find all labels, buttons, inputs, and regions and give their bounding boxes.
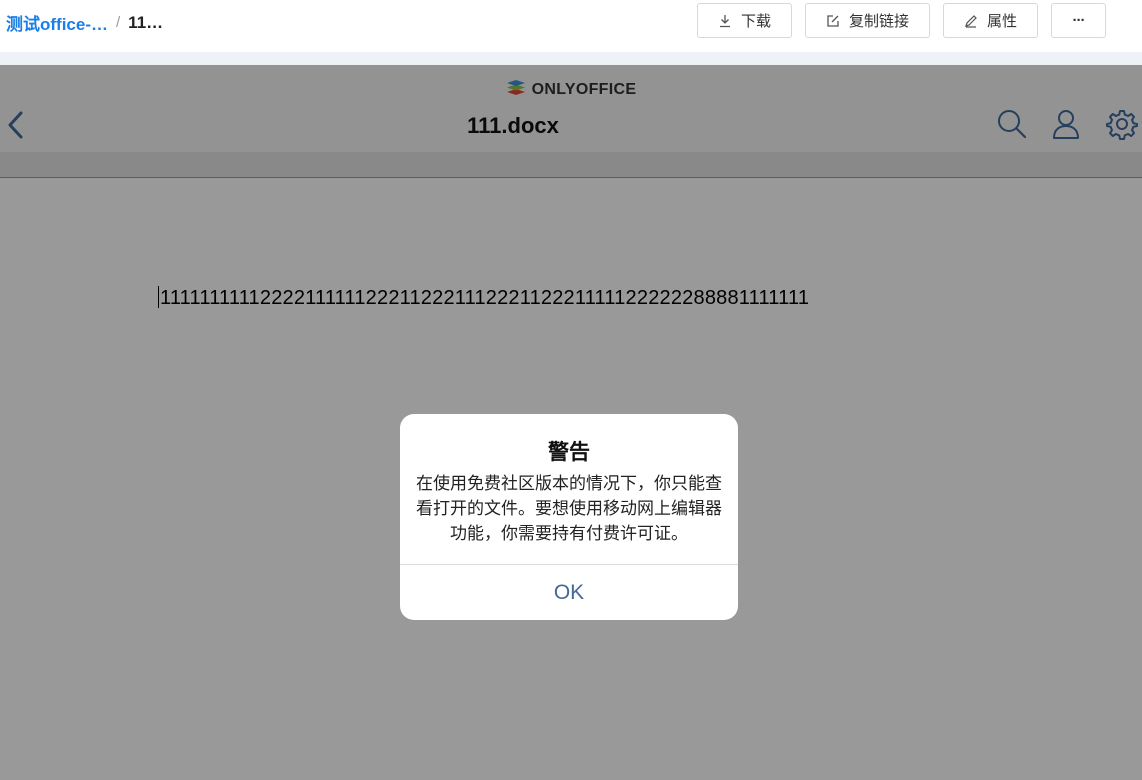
edit-link-icon bbox=[826, 14, 840, 28]
copy-link-button[interactable]: 复制链接 bbox=[805, 3, 930, 38]
dialog-title: 警告 bbox=[548, 441, 590, 464]
download-button[interactable]: 下载 bbox=[697, 3, 792, 38]
top-bar: 测试office-… / 11… 下载 复制链接 属性 ··· bbox=[0, 0, 1142, 52]
more-button[interactable]: ··· bbox=[1051, 3, 1106, 38]
dialog-message: 在使用免费社区版本的情况下，你只能查看打开的文件。要想使用移动网上编辑器功能，你… bbox=[416, 474, 722, 543]
properties-button[interactable]: 属性 bbox=[943, 3, 1038, 38]
breadcrumb-current: 11… bbox=[128, 12, 164, 32]
download-icon bbox=[718, 14, 732, 28]
ok-button[interactable]: OK bbox=[400, 565, 738, 620]
download-label: 下载 bbox=[740, 13, 771, 30]
more-icon: ··· bbox=[1072, 12, 1086, 29]
action-buttons: 下载 复制链接 属性 ··· bbox=[697, 3, 1106, 38]
breadcrumb-parent-link[interactable]: 测试office-… bbox=[6, 10, 108, 35]
top-divider-strip bbox=[0, 52, 1142, 65]
breadcrumb-separator: / bbox=[116, 14, 121, 31]
properties-label: 属性 bbox=[986, 13, 1017, 30]
breadcrumb: 测试office-… / 11… bbox=[6, 10, 163, 35]
pencil-icon bbox=[964, 14, 978, 28]
copy-link-label: 复制链接 bbox=[848, 13, 909, 30]
warning-dialog: 警告 在使用免费社区版本的情况下，你只能查看打开的文件。要想使用移动网上编辑器功… bbox=[400, 414, 738, 620]
